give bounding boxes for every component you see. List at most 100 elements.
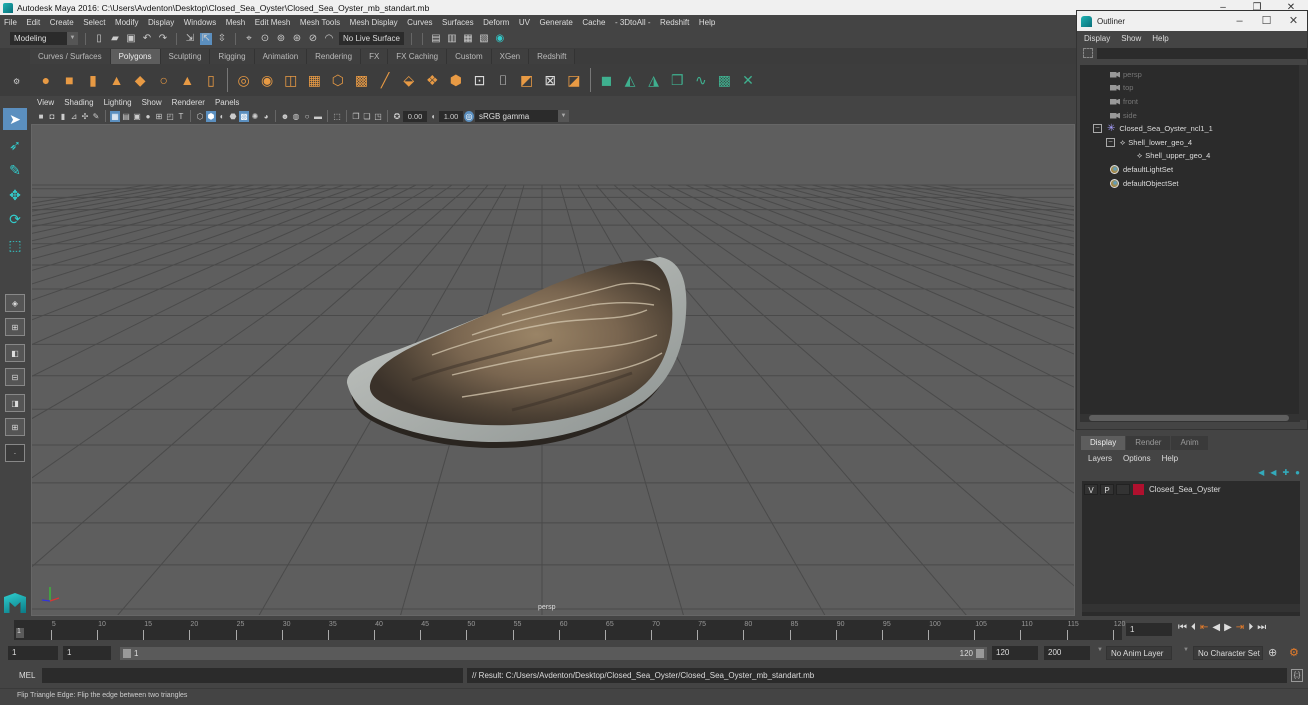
- time-slider-track[interactable]: 5 10 15 20 25 30 35 40 45 50 55 60 65 70 75 80 85 90 95 100…: [14, 620, 1125, 640]
- shelf-tab-fx[interactable]: FX: [361, 49, 389, 64]
- range-slider[interactable]: 1 120: [120, 647, 987, 660]
- multi-cut-icon[interactable]: ╱: [376, 71, 394, 89]
- layout-four-icon[interactable]: ⊞: [5, 318, 25, 336]
- bridge-icon[interactable]: ▩: [353, 71, 371, 89]
- new-layer-selected-icon[interactable]: ●: [1295, 468, 1300, 477]
- grease-pencil-icon[interactable]: ✎: [91, 111, 101, 122]
- range-end-handle[interactable]: [976, 649, 984, 658]
- poly-diamond-icon[interactable]: ◆: [131, 71, 149, 89]
- safe-title-icon[interactable]: T: [176, 111, 186, 122]
- automatic-map-icon[interactable]: ⊠: [541, 71, 559, 89]
- save-scene-icon[interactable]: ▣: [125, 33, 137, 45]
- delete-history-icon[interactable]: ◼: [597, 71, 615, 89]
- panel-menu-lighting[interactable]: Lighting: [104, 98, 132, 107]
- bevel-icon[interactable]: ⬙: [400, 71, 418, 89]
- image-plane-icon[interactable]: ⊿: [69, 111, 79, 122]
- menu-3dtoall[interactable]: - 3DtoAll -: [615, 18, 651, 27]
- field-chart-icon[interactable]: ⊞: [154, 111, 164, 122]
- gate-mask-icon[interactable]: ●: [143, 111, 153, 122]
- outliner-menu-display[interactable]: Display: [1084, 34, 1110, 43]
- combine-icon[interactable]: ◎: [235, 71, 253, 89]
- auto-key-icon[interactable]: ⊕: [1268, 646, 1277, 659]
- oyster-model[interactable]: [346, 257, 687, 448]
- outliner-item[interactable]: ⟡ Shell_upper_geo_4: [1137, 149, 1210, 162]
- xray-icon[interactable]: ❐: [351, 111, 361, 122]
- outliner-item[interactable]: − ⟡ Shell_lower_geo_4: [1106, 136, 1192, 149]
- layer-menu-options[interactable]: Options: [1123, 454, 1151, 463]
- snap-grid-icon[interactable]: ⌖: [243, 33, 255, 45]
- end-time-field[interactable]: 120: [992, 646, 1038, 660]
- outliner-search-input[interactable]: [1097, 47, 1307, 59]
- layer-menu-layers[interactable]: Layers: [1088, 454, 1112, 463]
- script-editor-icon[interactable]: {;}: [1291, 669, 1303, 682]
- menu-help[interactable]: Help: [699, 18, 715, 27]
- menu-select[interactable]: Select: [83, 18, 105, 27]
- step-back-key-icon[interactable]: ⇤: [1200, 622, 1208, 633]
- wireframe-icon[interactable]: ⬡: [195, 111, 205, 122]
- mirror-icon[interactable]: ◫: [282, 71, 300, 89]
- menu-mesh[interactable]: Mesh: [226, 18, 246, 27]
- default-lighting-icon[interactable]: ◐: [217, 111, 227, 122]
- redo-icon[interactable]: ↷: [157, 33, 169, 45]
- outliner-menu-help[interactable]: Help: [1152, 34, 1168, 43]
- poly-sphere-icon[interactable]: ●: [37, 71, 55, 89]
- open-scene-icon[interactable]: ▰: [109, 33, 121, 45]
- menu-redshift[interactable]: Redshift: [660, 18, 689, 27]
- menu-mesh-tools[interactable]: Mesh Tools: [300, 18, 340, 27]
- shelf-tab-xgen[interactable]: XGen: [491, 49, 530, 64]
- menu-edit[interactable]: Edit: [26, 18, 40, 27]
- grid-toggle-icon[interactable]: ▦: [110, 110, 120, 122]
- layer-tab-render[interactable]: Render: [1126, 436, 1171, 450]
- command-input[interactable]: [42, 668, 463, 683]
- outliner-item[interactable]: front: [1110, 95, 1138, 108]
- step-forward-key-icon[interactable]: ⇥: [1236, 622, 1244, 633]
- planar-map-icon[interactable]: ◩: [518, 71, 536, 89]
- uv-editor-icon[interactable]: ◪: [565, 71, 583, 89]
- range-start-handle[interactable]: [123, 649, 131, 658]
- shadows-icon[interactable]: ◕: [261, 111, 271, 122]
- character-set-dropdown[interactable]: No Character Set: [1193, 646, 1263, 660]
- extrude-icon[interactable]: ⬡: [329, 71, 347, 89]
- outliner-horizontal-scrollbar[interactable]: [1080, 414, 1300, 422]
- outliner-item[interactable]: persp: [1110, 68, 1142, 81]
- menu-generate[interactable]: Generate: [539, 18, 572, 27]
- shelf-settings-icon[interactable]: ⚙: [13, 77, 20, 86]
- step-back-frame-icon[interactable]: ⏴: [1191, 622, 1196, 633]
- motion-blur-icon[interactable]: ◍: [291, 111, 301, 122]
- filter-icon[interactable]: [1083, 48, 1093, 58]
- shelf-tab-polygons[interactable]: Polygons: [110, 49, 161, 64]
- shelf-tab-rendering[interactable]: Rendering: [307, 49, 362, 64]
- panel-menu-view[interactable]: View: [37, 98, 54, 107]
- move-layer-up-icon[interactable]: ◀: [1258, 468, 1264, 477]
- paint-select-tool-icon[interactable]: ✎: [3, 159, 27, 181]
- 2d-pan-zoom-icon[interactable]: ✣: [80, 111, 90, 122]
- menu-edit-mesh[interactable]: Edit Mesh: [255, 18, 291, 27]
- layer-tab-display[interactable]: Display: [1081, 436, 1126, 450]
- snap-surface-icon[interactable]: ⊘: [307, 33, 319, 45]
- make-live-icon[interactable]: ◠: [323, 33, 335, 45]
- separate-icon[interactable]: ◉: [258, 71, 276, 89]
- xray-components-icon[interactable]: ◳: [373, 111, 383, 122]
- center-pivot-icon[interactable]: ◮: [645, 71, 663, 89]
- move-layer-down-icon[interactable]: ◀: [1270, 468, 1276, 477]
- current-frame-field[interactable]: 1: [1126, 623, 1172, 636]
- color-management-icon[interactable]: ◎: [464, 110, 474, 122]
- textured-icon[interactable]: ▩: [239, 110, 249, 122]
- snap-curve-icon[interactable]: ⊙: [259, 33, 271, 45]
- layout-single-icon[interactable]: ◈: [5, 294, 25, 312]
- panel-menu-show[interactable]: Show: [142, 98, 162, 107]
- exposure-field[interactable]: 0.00: [403, 110, 427, 122]
- layout-graph-icon[interactable]: ⊞: [5, 418, 25, 436]
- outliner-maximize-button[interactable]: ☐: [1253, 11, 1280, 31]
- insert-edge-loop-icon[interactable]: ⌷: [494, 71, 512, 89]
- new-scene-icon[interactable]: ▯: [93, 33, 105, 45]
- soft-select-icon[interactable]: ❒: [668, 71, 686, 89]
- panel-menu-panels[interactable]: Panels: [215, 98, 239, 107]
- menu-curves[interactable]: Curves: [407, 18, 432, 27]
- menu-create[interactable]: Create: [50, 18, 74, 27]
- undo-icon[interactable]: ↶: [141, 33, 153, 45]
- shelf-tab-redshift[interactable]: Redshift: [529, 49, 576, 64]
- menu-windows[interactable]: Windows: [184, 18, 216, 27]
- go-to-start-icon[interactable]: ⏮: [1178, 622, 1187, 633]
- shelf-tab-sculpting[interactable]: Sculpting: [160, 49, 211, 64]
